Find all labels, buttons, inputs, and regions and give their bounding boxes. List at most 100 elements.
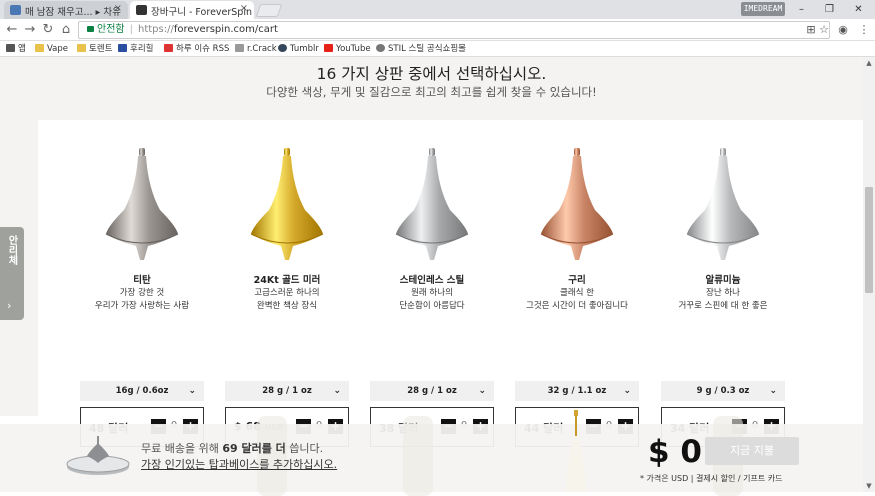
back-arrow-icon[interactable]: ← xyxy=(4,22,20,38)
url-text: foreverspin.com/cart xyxy=(173,24,278,35)
youtube-icon xyxy=(324,44,333,52)
side-collapse-tab[interactable]: 안리체 › xyxy=(0,227,24,320)
gold-spinner-image xyxy=(566,410,586,492)
weight-select[interactable]: 28 g / 1 oz ⌄ xyxy=(225,381,349,401)
bookmark-huriheel[interactable]: 후리힐 xyxy=(118,43,153,55)
chevron-down-icon: ⌄ xyxy=(769,386,777,396)
free-shipping-message: 무료 배송을 위해 69 달러를 더 씁니다. xyxy=(141,442,324,455)
weight-select[interactable]: 28 g / 1 oz ⌄ xyxy=(370,381,494,401)
tab-close-icon[interactable]: × xyxy=(240,3,248,14)
tab-title: 장바구니 - ForeverSpin xyxy=(151,7,253,18)
maximize-button[interactable]: ❐ xyxy=(816,0,843,19)
browser-tab-active[interactable]: 장바구니 - ForeverSpin × xyxy=(130,1,254,19)
bookmark-apps[interactable]: 앱 xyxy=(6,43,26,55)
tab-close-icon[interactable]: × xyxy=(114,3,122,14)
product-description: 단순함이 아름답다 xyxy=(399,301,465,311)
weight-value: 32 g / 1.1 oz xyxy=(547,386,607,396)
product-band: 티탄가장 강한 것우리가 가장 사랑하는 사람16g / 0.6oz⌄48 달러… xyxy=(0,120,863,447)
folder-icon xyxy=(35,44,44,52)
forward-arrow-icon[interactable]: → xyxy=(22,22,38,38)
product-card: 구리클래식 한그것은 시간이 더 좋아집니다32 g / 1.1 oz⌄44 달… xyxy=(515,120,639,447)
add-popular-link[interactable]: 가장 인기있는 탑과베이스를 추가하십시오. xyxy=(141,456,337,472)
menu-dots-icon[interactable]: ⋮ xyxy=(857,23,871,37)
address-bar[interactable]: 안전함 | https://foreverspin.com/cart xyxy=(78,21,830,39)
scroll-up-arrow-icon[interactable]: ▲ xyxy=(863,57,875,69)
bookmark-star-icon[interactable]: ☆ xyxy=(817,23,831,37)
product-tagline: 클래식 한 xyxy=(560,288,594,298)
tab-title: 매 남잠 재우고... ▸ 차유 xyxy=(25,7,121,18)
product-panel: 티탄가장 강한 것우리가 가장 사랑하는 사람16g / 0.6oz⌄48 달러… xyxy=(38,120,863,447)
page-scrollbar[interactable]: ▲ ▼ xyxy=(863,57,875,492)
folder-icon xyxy=(77,44,86,52)
bookmark-torrent[interactable]: 토렌트 xyxy=(77,43,112,55)
reload-icon[interactable]: ↻ xyxy=(40,22,56,38)
home-icon[interactable]: ⌂ xyxy=(58,22,74,38)
chevron-down-icon: ⌄ xyxy=(333,386,341,396)
product-description: 그것은 시간이 더 좋아집니다 xyxy=(526,301,628,311)
spinning-top-image xyxy=(395,148,469,260)
side-tab-label: 안리체 xyxy=(6,235,17,265)
bookmark-youtube[interactable]: YouTube xyxy=(324,43,371,55)
product-card: 티탄가장 강한 것우리가 가장 사랑하는 사람16g / 0.6oz⌄48 달러… xyxy=(80,120,204,447)
chevron-down-icon: ⌄ xyxy=(478,386,486,396)
product-description: 완벽한 책상 장식 xyxy=(256,301,318,311)
product-name: 24Kt 골드 미러 xyxy=(253,275,321,286)
bookmark-rss[interactable]: 하루 이슈 RSS xyxy=(164,43,229,55)
secure-label: 안전함 xyxy=(97,24,125,35)
minimize-button[interactable]: – xyxy=(788,0,815,19)
bookmark-stil[interactable]: STIL 스틸 공식쇼핑몰 xyxy=(376,43,466,55)
profile-badge[interactable]: IMEDREAM xyxy=(741,2,785,16)
product-card: 24Kt 골드 미러고급스러운 하나의완벽한 책상 장식 28 g / 1 oz ⌄… xyxy=(225,120,349,447)
browser-tab[interactable]: 매 남잠 재우고... ▸ 차유 × xyxy=(4,1,128,19)
cart-total: $ 0 xyxy=(648,434,702,470)
tumblr-icon xyxy=(278,44,287,52)
page-title: 16 가지 상판 중에서 선택하십시오. xyxy=(316,65,547,83)
bookmarks-bar: 앱 Vape 토렌트 후리힐 하루 이슈 RSS r.Crack Tumblr … xyxy=(0,41,875,57)
spinning-top-image xyxy=(105,148,179,260)
weight-value: 28 g / 1 oz xyxy=(407,386,457,396)
weight-select[interactable]: 9 g / 0.3 oz ⌄ xyxy=(661,381,785,401)
page-icon xyxy=(235,44,244,52)
hero-band: 16 가지 상판 중에서 선택하십시오. 다양한 색상, 무게 및 질감으로 최… xyxy=(0,57,863,120)
product-name: 구리 xyxy=(568,275,586,286)
weight-select[interactable]: 32 g / 1.1 oz ⌄ xyxy=(515,381,639,401)
product-card: 알류미늄장난 하나거꾸로 스핀에 대 한 좋은9 g / 0.3 oz⌄34 달… xyxy=(661,120,785,447)
rss-icon xyxy=(164,44,173,52)
new-tab-button[interactable] xyxy=(255,4,283,17)
scrollbar-thumb[interactable] xyxy=(865,187,873,293)
close-window-button[interactable]: ✕ xyxy=(845,0,872,19)
weight-select[interactable]: 16g / 0.6oz ⌄ xyxy=(80,381,204,401)
product-name: 스테인레스 스틸 xyxy=(399,275,465,286)
price-note: * 가격은 USD | 결제시 할인 / 기프트 카드 xyxy=(640,474,783,483)
spinning-top-image xyxy=(250,148,324,260)
address-toolbar: ← → ↻ ⌂ 안전함 | https://foreverspin.com/cart… xyxy=(0,19,875,41)
scroll-down-arrow-icon[interactable]: ▼ xyxy=(863,480,875,492)
bookmark-rcrack[interactable]: r.Crack xyxy=(235,43,277,55)
apps-grid-icon xyxy=(6,44,15,52)
product-name: 티탄 xyxy=(133,275,151,286)
tab-favicon-icon xyxy=(10,5,21,15)
lock-icon xyxy=(87,26,94,32)
product-tagline: 가장 강한 것 xyxy=(119,288,165,298)
chevron-right-icon: › xyxy=(7,299,12,312)
browser-tab-strip: 매 남잠 재우고... ▸ 차유 × 장바구니 - ForeverSpin × … xyxy=(0,0,875,19)
weight-value: 28 g / 1 oz xyxy=(262,386,312,396)
translate-icon[interactable]: ⊞ xyxy=(804,23,818,37)
chevron-down-icon: ⌄ xyxy=(623,386,631,396)
cart-summary-bar: 무료 배송을 위해 69 달러를 더 씁니다. 가장 인기있는 탑과베이스를 추… xyxy=(0,410,863,496)
weight-value: 9 g / 0.3 oz xyxy=(696,386,750,396)
spinning-top-image xyxy=(686,148,760,260)
extension-icon[interactable]: ◉ xyxy=(836,23,850,37)
checkout-button[interactable]: 지금 지불 xyxy=(705,437,799,465)
url-protocol: https:// xyxy=(137,24,174,35)
bookmark-vape[interactable]: Vape xyxy=(35,43,68,55)
product-tagline: 고급스러운 하나의 xyxy=(254,288,320,298)
chevron-down-icon: ⌄ xyxy=(188,386,196,396)
site-icon xyxy=(118,44,127,52)
product-description: 우리가 가장 사랑하는 사람 xyxy=(94,301,190,311)
bookmark-tumblr[interactable]: Tumblr xyxy=(278,43,319,55)
product-tagline: 원래 하나의 xyxy=(411,288,453,298)
page-subtitle: 다양한 색상, 무게 및 질감으로 최고의 최고를 쉽게 찾을 수 있습니다! xyxy=(266,85,597,99)
spinner-base-image xyxy=(66,436,130,475)
product-card: 스테인레스 스틸원래 하나의단순함이 아름답다28 g / 1 oz⌄38 달러… xyxy=(370,120,494,447)
